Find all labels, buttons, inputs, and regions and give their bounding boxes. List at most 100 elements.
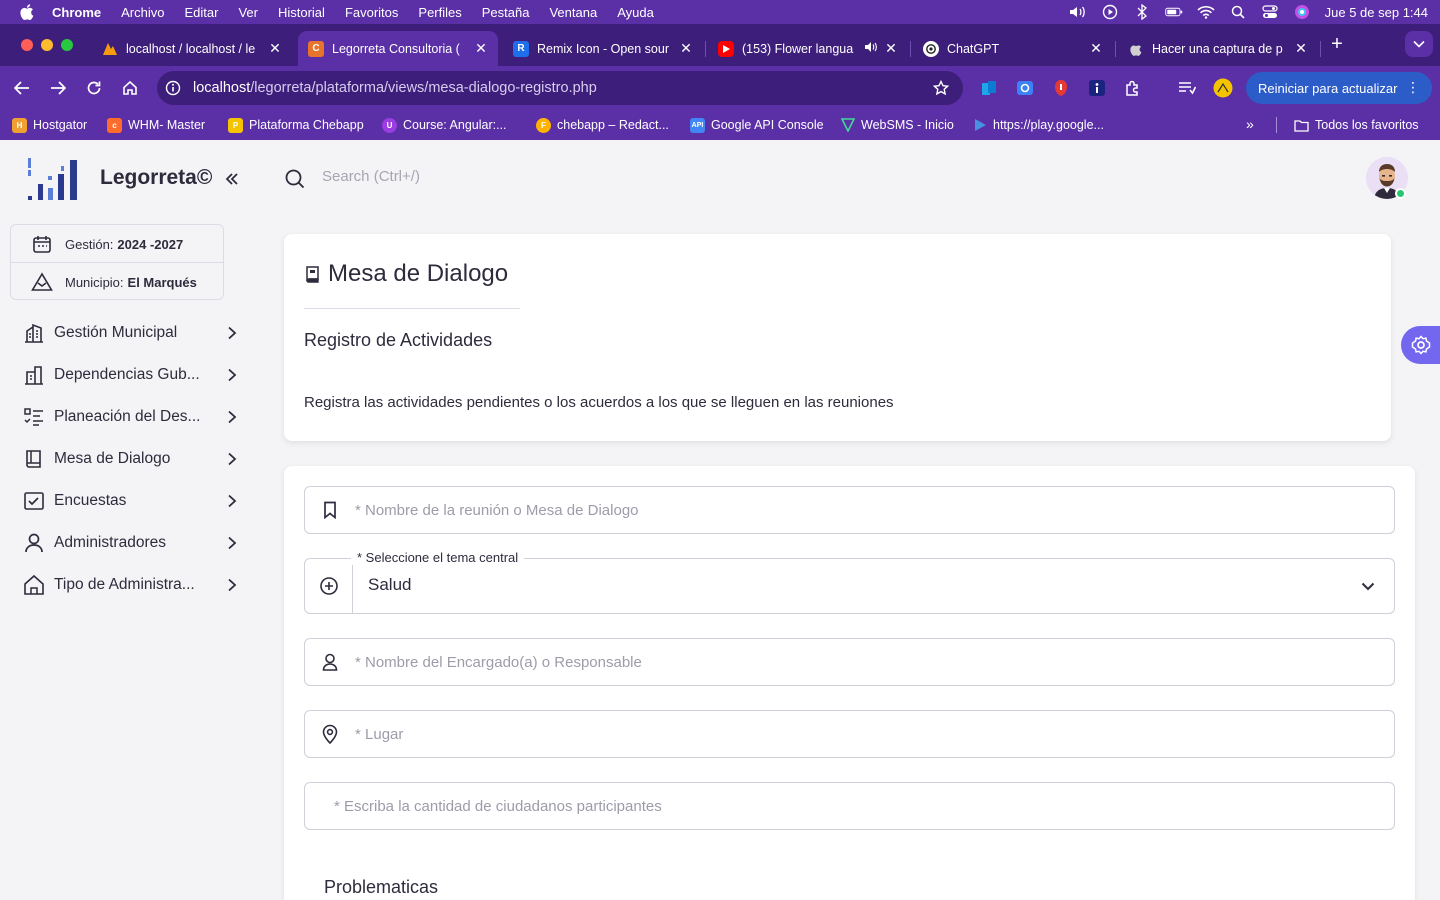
bookmark-star-icon[interactable] <box>932 79 950 96</box>
tab-search-button[interactable] <box>1405 31 1433 57</box>
menu-historial[interactable]: Historial <box>278 5 325 20</box>
close-tab-icon[interactable]: ✕ <box>268 40 282 57</box>
tab-remix-icon[interactable]: R Remix Icon - Open sour ✕ <box>503 31 703 66</box>
theme-select[interactable]: * Seleccione el tema central Salud <box>304 550 1395 614</box>
control-center-icon[interactable] <box>1261 5 1279 19</box>
citizens-count-placeholder: * Escriba la cantidad de ciudadanos part… <box>334 797 662 815</box>
address-bar[interactable]: localhost/legorreta/plataforma/views/mes… <box>157 71 963 105</box>
close-tab-icon[interactable]: ✕ <box>474 40 488 57</box>
sidebar-item-encuestas[interactable]: Encuestas <box>22 483 242 519</box>
close-tab-icon[interactable]: ✕ <box>1294 40 1308 57</box>
bookmark-websms[interactable]: WebSMS - Inicio <box>840 116 954 134</box>
sidebar-item-tipo-administracion[interactable]: Tipo de Administra... <box>22 567 242 603</box>
menu-ver[interactable]: Ver <box>238 5 258 20</box>
chevron-down-icon[interactable] <box>1360 578 1376 594</box>
extension-screen-icon[interactable] <box>1015 78 1035 98</box>
manager-name-field[interactable]: * Nombre del Encargado(a) o Responsable <box>304 638 1395 686</box>
close-tab-icon[interactable]: ✕ <box>1089 40 1103 57</box>
menu-editar[interactable]: Editar <box>184 5 218 20</box>
speaker-icon[interactable] <box>864 41 878 56</box>
search-input[interactable]: Search (Ctrl+/) <box>322 168 420 185</box>
reload-icon[interactable] <box>84 78 104 98</box>
sidebar-item-administradores[interactable]: Administradores <box>22 525 242 561</box>
menu-perfiles[interactable]: Perfiles <box>418 5 461 20</box>
restart-to-update-button[interactable]: Reiniciar para actualizar ⋮ <box>1246 72 1432 104</box>
play-status-icon[interactable] <box>1101 4 1119 20</box>
window-close-icon[interactable] <box>21 39 33 51</box>
menu-pestana[interactable]: Pestaña <box>482 5 530 20</box>
bookmark-chebapp[interactable]: P Plataforma Chebapp <box>228 116 364 134</box>
udemy-icon: U <box>382 117 397 133</box>
spotlight-icon[interactable] <box>1229 5 1247 19</box>
theme-selected-value[interactable]: Salud <box>368 575 411 595</box>
apple-menu-icon[interactable] <box>20 4 34 20</box>
search-icon[interactable] <box>284 168 306 190</box>
collapse-sidebar-icon[interactable] <box>223 170 241 188</box>
sidebar-item-planeacion[interactable]: Planeación del Des... <box>22 399 242 435</box>
nav-label: Encuestas <box>54 492 127 509</box>
tab-chatgpt[interactable]: ChatGPT ✕ <box>913 31 1113 66</box>
menu-ventana[interactable]: Ventana <box>549 5 597 20</box>
extension-blue-icon[interactable] <box>1087 78 1107 98</box>
window-minimize-icon[interactable] <box>41 39 53 51</box>
map-pin-icon <box>305 724 355 744</box>
battery-icon[interactable] <box>1164 5 1183 19</box>
tab-youtube[interactable]: (153) Flower langua ✕ <box>708 31 908 66</box>
sidebar-item-gestion-municipal[interactable]: Gestión Municipal <box>22 315 242 351</box>
address-url[interactable]: localhost/legorreta/plataforma/views/mes… <box>193 80 597 96</box>
chevron-right-icon <box>226 409 242 425</box>
bookmark-whm[interactable]: c WHM- Master <box>107 116 205 134</box>
bookmark-hostgator[interactable]: H Hostgator <box>12 116 87 134</box>
api-icon: API <box>690 117 705 133</box>
menu-archivo[interactable]: Archivo <box>121 5 164 20</box>
tab-legorreta[interactable]: C Legorreta Consultoria ( ✕ <box>298 31 498 66</box>
tab-title: Legorreta Consultoria ( <box>332 41 460 56</box>
theme-customizer-button[interactable] <box>1401 326 1440 364</box>
extensions-puzzle-icon[interactable] <box>1123 78 1143 98</box>
siri-icon[interactable] <box>1293 5 1311 19</box>
gestion-row: Gestión: 2024 -2027 <box>31 232 183 256</box>
bookmark-play-google[interactable]: https://play.google... <box>972 116 1104 134</box>
forward-arrow-icon[interactable] <box>48 78 68 98</box>
municipio-label: Municipio: <box>65 274 124 290</box>
extension-1-icon[interactable] <box>979 78 999 98</box>
menu-ayuda[interactable]: Ayuda <box>617 5 654 20</box>
bookmark-google-api[interactable]: API Google API Console <box>690 116 824 134</box>
meeting-name-field[interactable]: * Nombre de la reunión o Mesa de Dialogo <box>304 486 1395 534</box>
brand-name[interactable]: Legorreta© <box>100 166 212 190</box>
menu-favoritos[interactable]: Favoritos <box>345 5 398 20</box>
site-info-icon[interactable] <box>165 80 181 96</box>
profile-avatar-icon[interactable] <box>1213 78 1233 98</box>
bluetooth-icon[interactable] <box>1133 4 1151 20</box>
new-tab-button[interactable]: + <box>1328 34 1346 54</box>
sidebar-item-mesa-dialogo[interactable]: Mesa de Dialogo <box>22 441 242 477</box>
volume-icon[interactable] <box>1069 5 1087 19</box>
brand-logo[interactable] <box>25 158 85 202</box>
wifi-icon[interactable] <box>1197 5 1215 19</box>
window-zoom-icon[interactable] <box>61 39 73 51</box>
extension-red-icon[interactable] <box>1051 78 1071 98</box>
sidebar-item-dependencias[interactable]: Dependencias Gub... <box>22 357 242 393</box>
place-field[interactable]: * Lugar <box>304 710 1395 758</box>
tab-phpmyadmin[interactable]: localhost / localhost / le ✕ <box>92 31 292 66</box>
close-tab-icon[interactable]: ✕ <box>884 40 898 57</box>
all-bookmarks-folder[interactable]: Todos los favoritos <box>1294 116 1419 134</box>
menubar-clock[interactable]: Jue 5 de sep 1:44 <box>1325 5 1428 20</box>
tab-captura[interactable]: Hacer una captura de p ✕ <box>1118 31 1318 66</box>
page-title: Mesa de Dialogo <box>328 260 509 287</box>
bookmarks-overflow-icon[interactable]: » <box>1246 116 1254 132</box>
calendar-icon <box>31 233 53 255</box>
web-page: Legorreta© Gestión: 2024 -2027 Municipio:… <box>0 140 1440 900</box>
reading-list-icon[interactable] <box>1177 78 1197 98</box>
home-icon[interactable] <box>120 78 140 98</box>
close-tab-icon[interactable]: ✕ <box>679 40 693 57</box>
menu-app-name[interactable]: Chrome <box>52 5 101 20</box>
bookmark-course[interactable]: U Course: Angular:... <box>382 116 507 134</box>
survey-icon <box>22 489 46 513</box>
back-arrow-icon[interactable] <box>12 78 32 98</box>
bookmark-chebapp-redact[interactable]: Fchebapp – Redact... <box>536 116 669 134</box>
kebab-menu-icon[interactable]: ⋮ <box>1406 79 1420 95</box>
page-header-card: Mesa de Dialogo Registro de Actividades … <box>284 234 1391 441</box>
citizens-count-field[interactable]: * Escriba la cantidad de ciudadanos part… <box>304 782 1395 830</box>
bookmarks-divider <box>1276 117 1277 133</box>
